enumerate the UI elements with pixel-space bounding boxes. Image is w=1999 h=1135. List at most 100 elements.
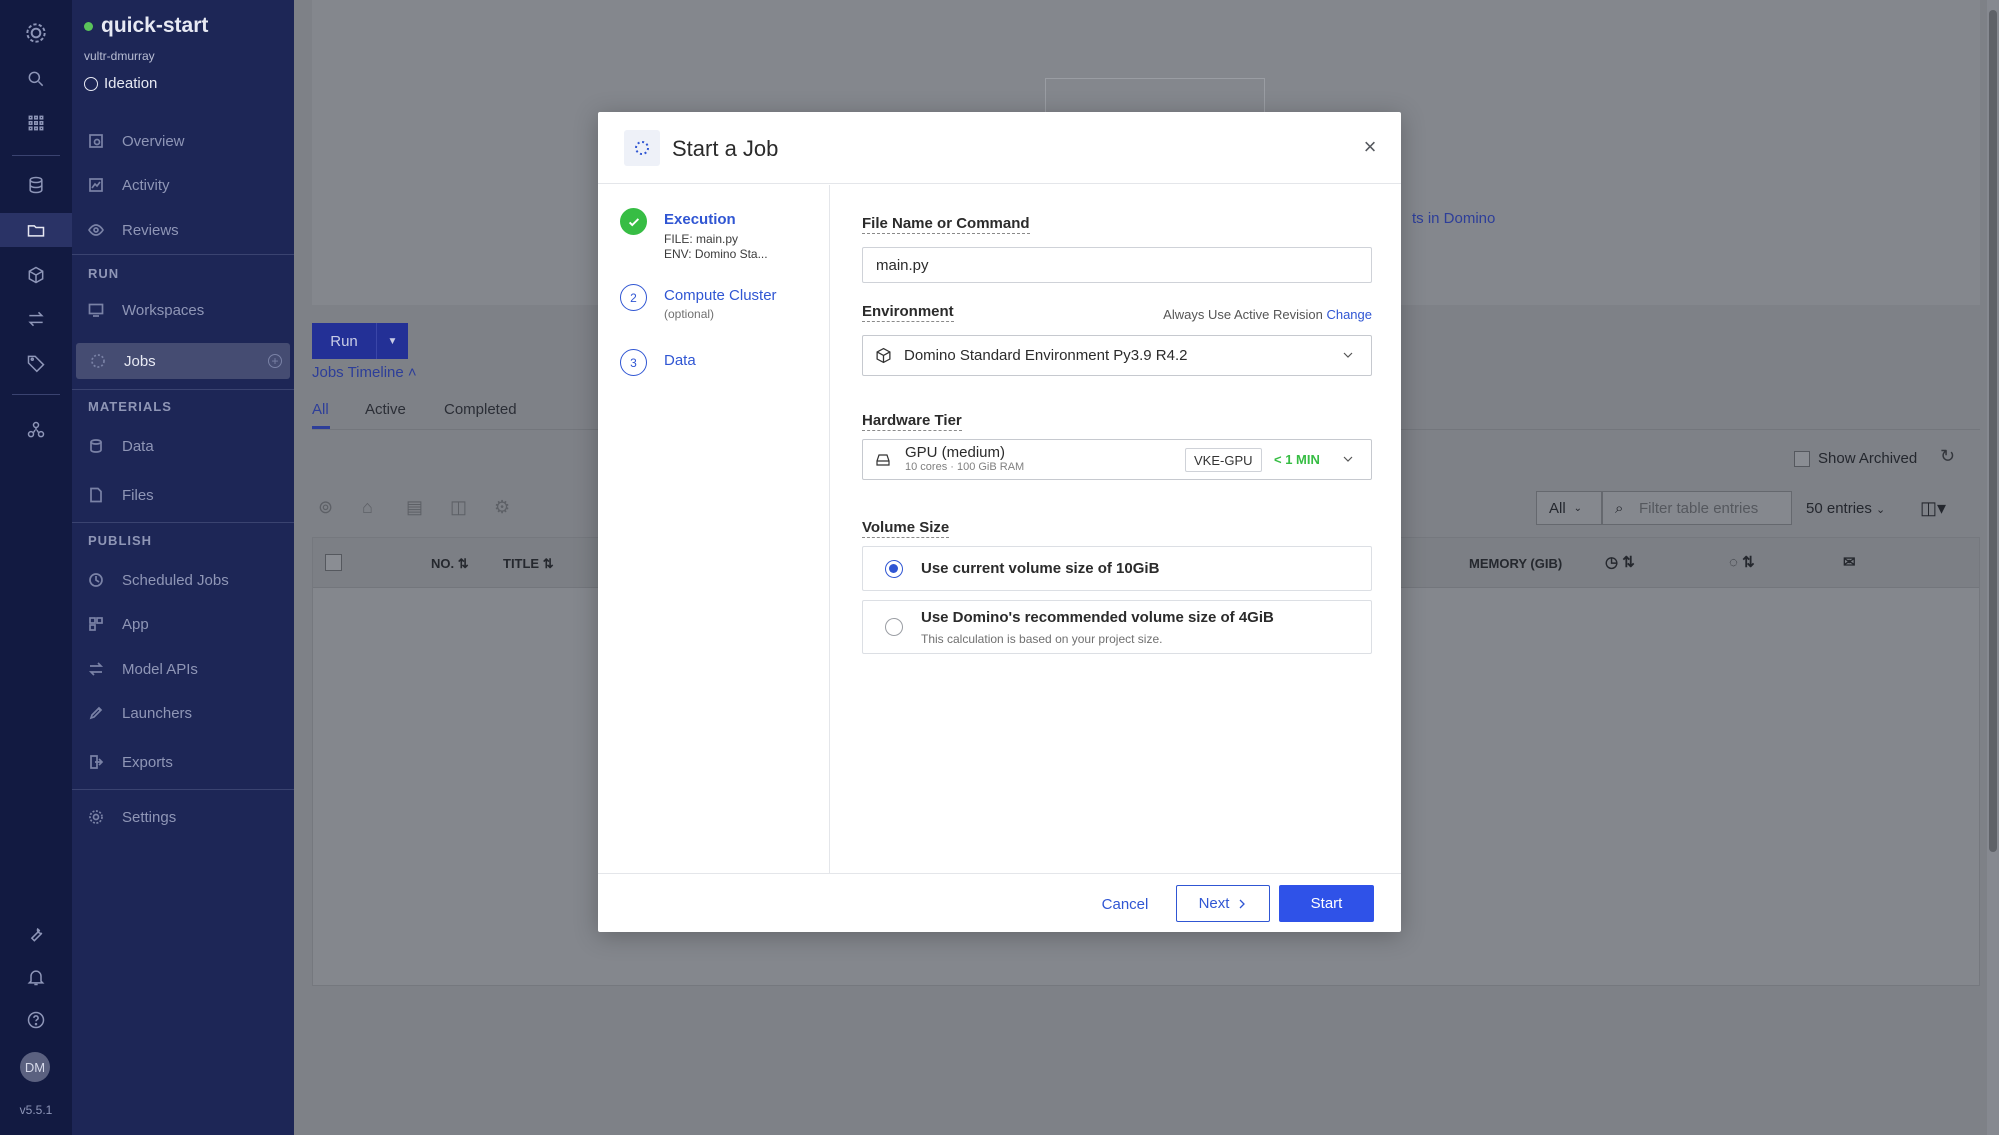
cancel-button[interactable]: Cancel xyxy=(1095,886,1155,922)
model-cube-icon[interactable] xyxy=(0,258,72,292)
sidebar-item-label: Files xyxy=(122,486,154,504)
transfer-arrows-icon[interactable] xyxy=(0,302,72,336)
domino-logo-icon[interactable] xyxy=(0,16,72,50)
column-selector-icon[interactable]: ◫▾ xyxy=(1920,498,1946,519)
environment-label: Environment xyxy=(862,303,954,322)
apps-grid-icon[interactable] xyxy=(0,106,72,140)
filter-input[interactable]: ⌕ Filter table entries xyxy=(1602,491,1792,525)
project-sidebar: quick-start vultr-dmurray Ideation Overv… xyxy=(72,0,294,1135)
rail-divider xyxy=(12,155,60,156)
bell-icon[interactable] xyxy=(0,960,72,994)
hardware-tier-select[interactable]: GPU (medium) 10 cores · 100 GiB RAM VKE-… xyxy=(862,439,1372,480)
run-button[interactable]: Run ▼ xyxy=(312,323,408,359)
status-filter-select[interactable]: All ⌄ xyxy=(1536,491,1602,525)
environment-select[interactable]: Domino Standard Environment Py3.9 R4.2 xyxy=(862,335,1372,376)
sidebar-divider xyxy=(72,389,294,390)
jobs-timeline-toggle[interactable]: Jobs Timeline ˄ xyxy=(312,364,417,381)
revision-setting: Always Use Active Revision Change xyxy=(1163,307,1372,322)
tab-active[interactable]: Active xyxy=(365,401,406,418)
org-network-icon[interactable] xyxy=(0,413,72,447)
sidebar-item-data[interactable]: Data xyxy=(74,428,292,464)
database-icon[interactable] xyxy=(0,168,72,202)
chevron-down-icon xyxy=(1343,456,1353,462)
sidebar-item-overview[interactable]: Overview xyxy=(74,123,292,159)
tag-icon[interactable]: ⌂ xyxy=(362,497,386,519)
sidebar-item-reviews[interactable]: Reviews xyxy=(74,212,292,248)
volume-option-current[interactable]: Use current volume size of 10GiB xyxy=(862,546,1372,591)
volume-current-label: Use current volume size of 10GiB xyxy=(921,560,1160,577)
chevron-down-icon: ⌄ xyxy=(1876,504,1886,516)
app-grid-icon xyxy=(88,616,104,632)
run-label: Run xyxy=(330,332,358,350)
step-file-summary: FILE: main.py xyxy=(664,232,739,246)
eye-icon xyxy=(88,222,104,238)
column-status-icon[interactable]: ◌ ⇅ xyxy=(1729,553,1755,571)
sidebar-item-activity[interactable]: Activity xyxy=(74,167,292,203)
tab-all[interactable]: All xyxy=(312,401,329,418)
project-stage[interactable]: Ideation xyxy=(84,75,157,92)
sidebar-item-settings[interactable]: Settings xyxy=(74,799,292,835)
wrench-icon[interactable] xyxy=(0,917,72,951)
rocket-icon xyxy=(88,705,104,721)
volume-option-recommended[interactable]: Use Domino's recommended volume size of … xyxy=(862,600,1372,654)
sidebar-item-model-apis[interactable]: Model APIs xyxy=(74,651,292,687)
user-avatar[interactable]: DM xyxy=(20,1052,50,1082)
tag-icon[interactable] xyxy=(0,346,72,380)
sidebar-item-scheduled-jobs[interactable]: Scheduled Jobs xyxy=(74,562,292,598)
change-revision-link[interactable]: Change xyxy=(1326,307,1372,322)
sidebar-item-exports[interactable]: Exports xyxy=(74,744,292,780)
refresh-icon[interactable]: ↻ xyxy=(1940,446,1955,467)
file-name-input[interactable]: main.py xyxy=(862,247,1372,283)
column-no[interactable]: NO. ⇅ xyxy=(431,556,469,572)
sidebar-item-label: Launchers xyxy=(122,704,193,722)
caret-down-icon[interactable]: ▼ xyxy=(377,336,408,347)
show-archived-checkbox[interactable] xyxy=(1794,450,1810,467)
page-scrollbar[interactable] xyxy=(1987,0,1999,1135)
stop-icon[interactable]: ⊚ xyxy=(318,497,342,519)
close-icon[interactable]: × xyxy=(1360,136,1380,158)
startup-time: < 1 MIN xyxy=(1274,452,1320,467)
sidebar-item-launchers[interactable]: Launchers xyxy=(74,695,292,731)
column-comments-icon[interactable]: ✉ xyxy=(1843,553,1856,571)
settings-cog-icon[interactable]: ⚙ xyxy=(494,497,518,519)
sidebar-item-jobs[interactable]: Jobs + xyxy=(76,343,290,379)
next-button[interactable]: Next xyxy=(1176,885,1270,922)
volume-current-radio[interactable] xyxy=(885,560,903,578)
chevron-down-icon xyxy=(1343,352,1353,358)
sidebar-item-label: Workspaces xyxy=(122,301,205,319)
cluster-badge: VKE-GPU xyxy=(1185,448,1262,472)
volume-recommended-radio[interactable] xyxy=(885,618,903,636)
search-icon[interactable] xyxy=(0,62,72,96)
projects-folder-icon[interactable] xyxy=(0,213,72,247)
sidebar-item-app[interactable]: App xyxy=(74,606,292,642)
start-button[interactable]: Start xyxy=(1279,885,1374,922)
docs-link[interactable]: ts in Domino xyxy=(1412,210,1495,227)
project-title[interactable]: quick-start xyxy=(84,14,208,38)
step-env-summary: ENV: Domino Sta... xyxy=(664,247,768,261)
entries-select[interactable]: 50 entries ⌄ xyxy=(1806,500,1885,517)
sidebar-divider xyxy=(72,522,294,523)
compare-icon[interactable]: ◫ xyxy=(450,497,474,519)
archive-icon[interactable]: ▤ xyxy=(406,497,430,519)
app-version: v5.5.1 xyxy=(19,1103,53,1117)
sidebar-item-label: Scheduled Jobs xyxy=(122,571,229,589)
file-icon xyxy=(88,487,104,503)
column-duration-clock-icon[interactable]: ◷ ⇅ xyxy=(1605,553,1635,571)
tab-completed[interactable]: Completed xyxy=(444,401,517,418)
start-job-dialog: Start a Job × Execution FILE: main.py EN… xyxy=(598,112,1401,932)
sidebar-item-workspaces[interactable]: Workspaces xyxy=(74,292,292,328)
show-archived-toggle[interactable]: Show Archived xyxy=(1794,450,1917,467)
column-memory[interactable]: MEMORY (GIB) xyxy=(1469,556,1562,571)
sidebar-item-files[interactable]: Files xyxy=(74,477,292,513)
help-icon[interactable] xyxy=(0,1003,72,1037)
sidebar-item-label: Reviews xyxy=(122,221,179,239)
select-all-checkbox[interactable] xyxy=(325,554,342,571)
sidebar-item-label: Model APIs xyxy=(122,660,198,678)
hardware-spec: 10 cores · 100 GiB RAM xyxy=(905,460,1025,473)
column-title[interactable]: TITLE ⇅ xyxy=(503,556,554,572)
scrollbar-thumb[interactable] xyxy=(1989,10,1997,852)
add-job-icon[interactable]: + xyxy=(268,354,282,368)
dialog-title: Start a Job xyxy=(672,136,779,161)
environment-cube-icon xyxy=(876,347,891,364)
arrows-icon xyxy=(88,661,104,677)
